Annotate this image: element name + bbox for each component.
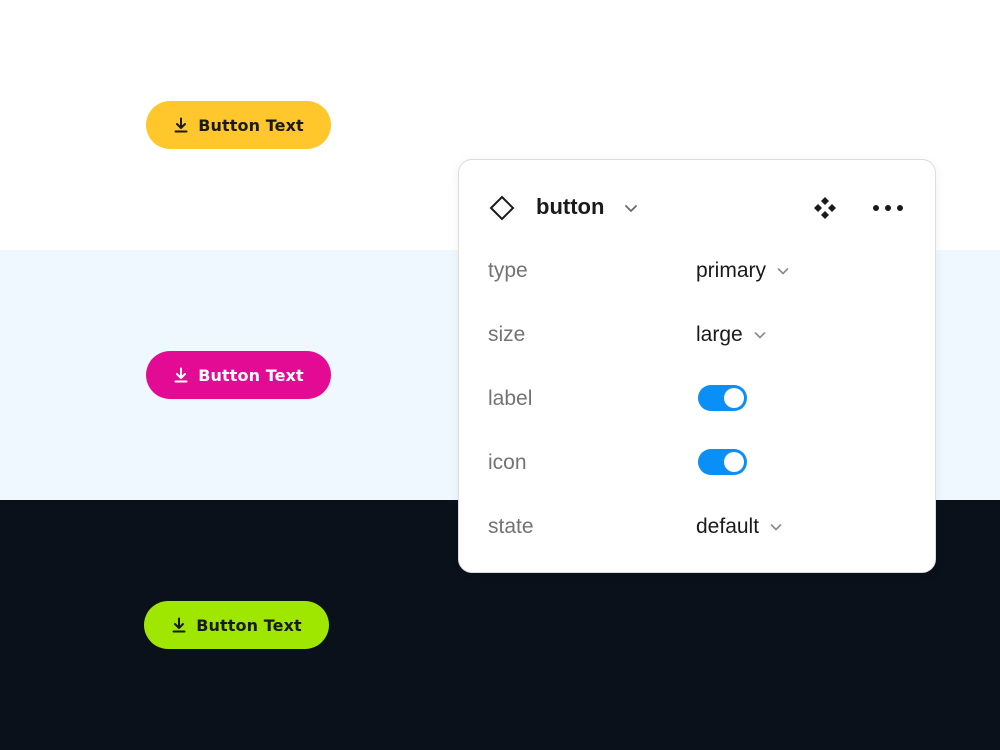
property-row-size: size large [459,315,935,355]
chevron-down-icon[interactable] [623,200,639,216]
icon-toggle[interactable] [698,449,747,475]
download-icon [172,617,186,633]
download-icon [174,367,188,383]
variants-icon[interactable] [812,195,838,221]
property-row-type: type primary [459,251,935,291]
button-label: Button Text [196,615,302,635]
property-row-state: state default [459,507,935,547]
toggle-knob [724,388,744,408]
label-toggle[interactable] [698,385,747,411]
yellow-download-button[interactable]: Button Text [146,101,331,149]
more-horizontal-icon[interactable] [871,200,907,216]
component-name: button [536,194,605,219]
pink-download-button[interactable]: Button Text [146,351,331,399]
dropdown-value: primary [696,259,767,282]
chevron-down-icon [777,268,789,275]
property-label: label [488,387,533,410]
property-label: size [488,323,526,346]
property-label: type [488,259,528,282]
state-dropdown[interactable]: default [696,515,783,539]
dropdown-value: default [696,515,760,538]
button-label: Button Text [198,115,304,135]
green-download-button[interactable]: Button Text [144,601,329,649]
size-dropdown[interactable]: large [696,323,767,347]
chevron-down-icon [770,524,782,531]
property-label: icon [488,451,527,474]
property-row-label: label [459,379,935,419]
diamond-outline-icon [489,195,515,221]
property-row-icon: icon [459,443,935,483]
panel-header: button [459,160,935,254]
dropdown-value: large [696,323,743,346]
button-label: Button Text [198,365,304,385]
chevron-down-icon [754,332,766,339]
component-properties-panel: button type primary size large label ico… [458,159,936,573]
toggle-knob [724,452,744,472]
type-dropdown[interactable]: primary [696,259,790,283]
property-label: state [488,515,534,538]
download-icon [174,117,188,133]
